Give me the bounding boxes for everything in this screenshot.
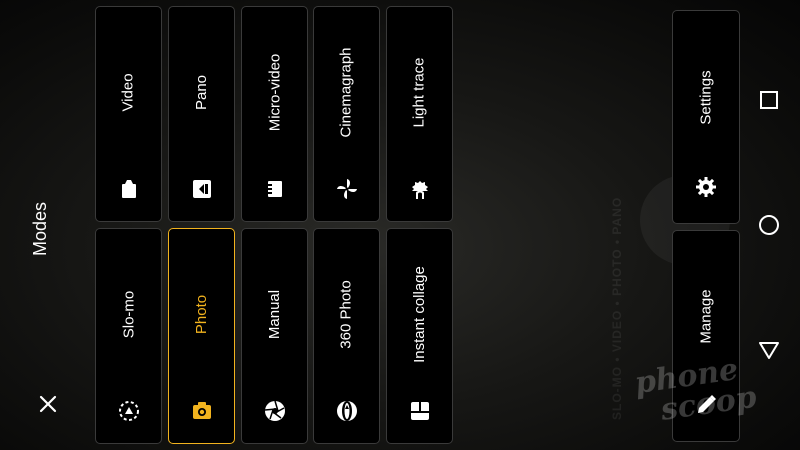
close-icon	[39, 395, 57, 413]
mode-video[interactable]: Video	[95, 6, 162, 222]
mode-manual[interactable]: Manual	[241, 228, 308, 444]
mode-label: Manual	[265, 289, 283, 339]
mode-photo[interactable]: Photo	[168, 228, 235, 444]
mode-label: Instant collage	[411, 265, 429, 363]
mode-label: Micro-video	[266, 53, 283, 131]
mode-pano[interactable]: Pano	[168, 6, 235, 222]
modes-title: Modes	[30, 201, 50, 257]
mode-cinemagraph[interactable]: Cinemagraph	[313, 6, 380, 222]
camera-modes-screen: SLO-MO • VIDEO • PHOTO • PANO Modes Vide…	[0, 0, 800, 450]
close-button[interactable]	[34, 390, 62, 418]
mode-label: Light trace	[411, 56, 429, 128]
home-button[interactable]	[757, 213, 781, 237]
watermark-logo: phone scoop	[633, 351, 773, 448]
light-trace-icon	[408, 177, 432, 201]
mode-instant-collage[interactable]: Instant collage	[386, 228, 453, 444]
mode-label: Pano	[192, 74, 210, 110]
manage-label: Manage	[697, 288, 715, 344]
settings-button[interactable]: Settings	[672, 10, 740, 224]
mode-slo-mo[interactable]: Slo-mo	[95, 228, 162, 444]
micro-video-icon	[263, 177, 287, 201]
settings-label: Settings	[697, 69, 715, 125]
home-icon	[759, 215, 779, 235]
collage-icon	[408, 399, 432, 423]
aperture-icon	[263, 399, 287, 423]
mode-label: Video	[120, 72, 137, 112]
mode-360-photo[interactable]: 360 Photo	[313, 228, 380, 444]
pano-icon	[190, 177, 214, 201]
360-photo-icon	[335, 399, 359, 423]
background-mode-strip: SLO-MO • VIDEO • PHOTO • PANO	[610, 196, 624, 420]
mode-label: Cinemagraph	[338, 46, 355, 138]
camera-icon	[190, 399, 214, 423]
mode-light-trace[interactable]: Light trace	[386, 6, 453, 222]
recents-icon	[760, 91, 778, 109]
video-icon	[117, 177, 141, 201]
mode-micro-video[interactable]: Micro-video	[241, 6, 308, 222]
gear-icon	[694, 175, 718, 199]
mode-label: 360 Photo	[338, 279, 355, 349]
recents-button[interactable]	[757, 88, 781, 112]
modes-panel-header: Modes	[0, 0, 88, 450]
mode-label: Slo-mo	[119, 290, 137, 338]
mode-label: Photo	[192, 294, 210, 334]
slo-mo-icon	[117, 399, 141, 423]
cinemagraph-icon	[335, 177, 359, 201]
